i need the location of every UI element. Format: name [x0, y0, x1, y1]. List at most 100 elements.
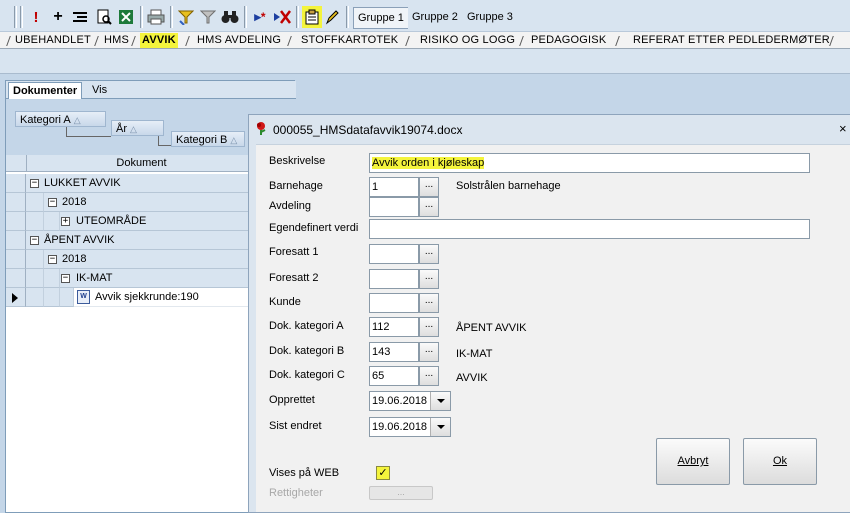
checkmark-icon: ✓ — [378, 467, 388, 479]
tab-vis[interactable]: Vis — [88, 82, 111, 99]
row-text: Avvik sjekkrunde:190 — [95, 291, 199, 303]
row-selector[interactable] — [6, 212, 26, 231]
avdeling-lookup-button[interactable]: ... — [419, 197, 439, 217]
tab-separator — [131, 36, 136, 46]
rettigheter-button[interactable]: ... — [369, 486, 433, 500]
barnehage-lookup-button[interactable]: ... — [419, 177, 439, 197]
dok-kategori-c-field[interactable]: 65 — [369, 366, 419, 386]
binoculars-icon-svg — [221, 11, 239, 23]
kunde-field[interactable] — [369, 293, 419, 313]
secondary-toolstrip — [0, 49, 850, 74]
barnehage-field[interactable]: 1 — [369, 177, 419, 197]
egendefinert-field[interactable] — [369, 219, 810, 239]
barnehage-name: Solstrålen barnehage — [456, 180, 561, 192]
group-tab-3[interactable]: Gruppe 3 — [463, 7, 517, 29]
ok-button[interactable]: Ok — [743, 438, 817, 485]
collapse-icon[interactable]: − — [61, 274, 70, 283]
toolbar-separator — [170, 6, 173, 28]
vises-pa-web-checkbox[interactable]: ✓ — [376, 466, 390, 480]
group-tab-2[interactable]: Gruppe 2 — [408, 7, 462, 29]
group-tab-1[interactable]: Gruppe 1 — [353, 7, 409, 29]
tab-risiko-og-logg[interactable]: RISIKO OG LOGG — [420, 33, 515, 48]
tab-hms[interactable]: HMS — [104, 33, 129, 48]
sort-ascending-icon: △ — [130, 124, 137, 134]
group-chip-ar[interactable]: År △ — [111, 120, 164, 136]
column-header-dokument[interactable]: Dokument — [26, 155, 256, 172]
label-vises-pa-web: Vises på WEB — [269, 467, 340, 479]
label-beskrivelse: Beskrivelse — [269, 155, 326, 167]
tab-avvik[interactable]: AVVIK — [140, 33, 178, 48]
avbryt-button[interactable]: Avbryt — [656, 438, 730, 485]
tab-pedagogisk[interactable]: PEDAGOGISK — [531, 33, 606, 48]
notes-icon-svg — [305, 9, 319, 25]
toolbar: ! + ▸ * Gruppe 1 Gruppe 2 Gruppe 3 — [0, 0, 850, 32]
tab-stoffkartotek[interactable]: STOFFKARTOTEK — [301, 33, 398, 48]
row-selector[interactable] — [6, 193, 26, 212]
star-mark-icon[interactable]: ▸ * — [250, 6, 270, 28]
foresatt2-lookup-button[interactable]: ... — [419, 269, 439, 289]
cross-mark-icon[interactable] — [272, 6, 292, 28]
toolbar-grip[interactable] — [14, 6, 17, 28]
pencil-icon[interactable] — [322, 6, 342, 28]
printer-icon[interactable] — [146, 6, 166, 28]
tab-separator — [519, 36, 524, 46]
group-chip-kategori-a[interactable]: Kategori A △ — [15, 111, 106, 127]
foresatt1-lookup-button[interactable]: ... — [419, 244, 439, 264]
dialog-titlebar[interactable]: 000055_HMSdatafavvik19074.docx × — [249, 115, 850, 144]
foresatt2-field[interactable] — [369, 269, 419, 289]
beskrivelse-value: Avvik orden i kjøleskap — [372, 157, 485, 169]
indent-cell — [44, 288, 60, 307]
print-preview-icon[interactable] — [94, 6, 114, 28]
notes-icon[interactable] — [302, 6, 322, 28]
indent-cell — [60, 288, 74, 307]
dok-kategori-b-field[interactable]: 143 — [369, 342, 419, 362]
tab-hms-avdeling[interactable]: HMS AVDELING — [197, 33, 281, 48]
group-chip-label: Kategori B — [176, 134, 228, 146]
collapse-icon[interactable]: − — [48, 255, 57, 264]
foresatt1-field[interactable] — [369, 244, 419, 264]
indent-icon[interactable] — [70, 6, 90, 28]
row-selector[interactable] — [6, 288, 26, 307]
filter-clear-icon[interactable] — [198, 6, 218, 28]
chevron-down-icon[interactable] — [430, 392, 450, 410]
indent-cell — [26, 212, 44, 231]
indent-cell — [44, 212, 60, 231]
binoculars-icon[interactable] — [220, 6, 240, 28]
toolbar-grip[interactable] — [20, 6, 23, 28]
avdeling-field[interactable] — [369, 197, 419, 217]
dok-kategori-a-lookup-button[interactable]: ... — [419, 317, 439, 337]
dok-kategori-a-field[interactable]: 112 — [369, 317, 419, 337]
group-connector — [158, 136, 171, 146]
indent-cell — [44, 269, 60, 288]
dok-kategori-c-lookup-button[interactable]: ... — [419, 366, 439, 386]
dok-kategori-b-lookup-button[interactable]: ... — [419, 342, 439, 362]
close-icon[interactable]: × — [839, 121, 847, 136]
group-chip-label: År — [116, 123, 127, 135]
row-selector[interactable] — [6, 250, 26, 269]
beskrivelse-field[interactable]: Avvik orden i kjøleskap — [369, 153, 810, 173]
collapse-icon[interactable]: − — [48, 198, 57, 207]
collapse-icon[interactable]: − — [30, 179, 39, 188]
chevron-down-icon[interactable] — [430, 418, 450, 436]
sist-endret-date-picker[interactable]: 19.06.2018 — [369, 417, 451, 437]
group-chip-kategori-b[interactable]: Kategori B △ — [171, 131, 245, 147]
collapse-icon[interactable]: − — [30, 236, 39, 245]
row-selector[interactable] — [6, 269, 26, 288]
row-selector[interactable] — [6, 174, 26, 193]
label-barnehage: Barnehage — [269, 180, 323, 192]
label-kunde: Kunde — [269, 296, 301, 308]
kunde-lookup-button[interactable]: ... — [419, 293, 439, 313]
opprettet-date-picker[interactable]: 19.06.2018 — [369, 391, 451, 411]
filter-icon[interactable] — [176, 6, 196, 28]
exclamation-icon[interactable]: ! — [26, 6, 46, 28]
excel-icon[interactable] — [116, 6, 136, 28]
expand-icon[interactable]: + — [61, 217, 70, 226]
tab-ubehandlet[interactable]: UBEHANDLET — [15, 33, 91, 48]
rose-icon — [257, 122, 266, 135]
row-selector[interactable] — [6, 231, 26, 250]
tab-referat[interactable]: REFERAT ETTER PEDLEDERMØTER — [633, 33, 830, 48]
word-document-icon: W — [77, 290, 90, 304]
tab-separator — [615, 36, 620, 46]
plus-icon[interactable]: + — [48, 6, 68, 28]
tab-dokumenter[interactable]: Dokumenter — [8, 82, 83, 99]
